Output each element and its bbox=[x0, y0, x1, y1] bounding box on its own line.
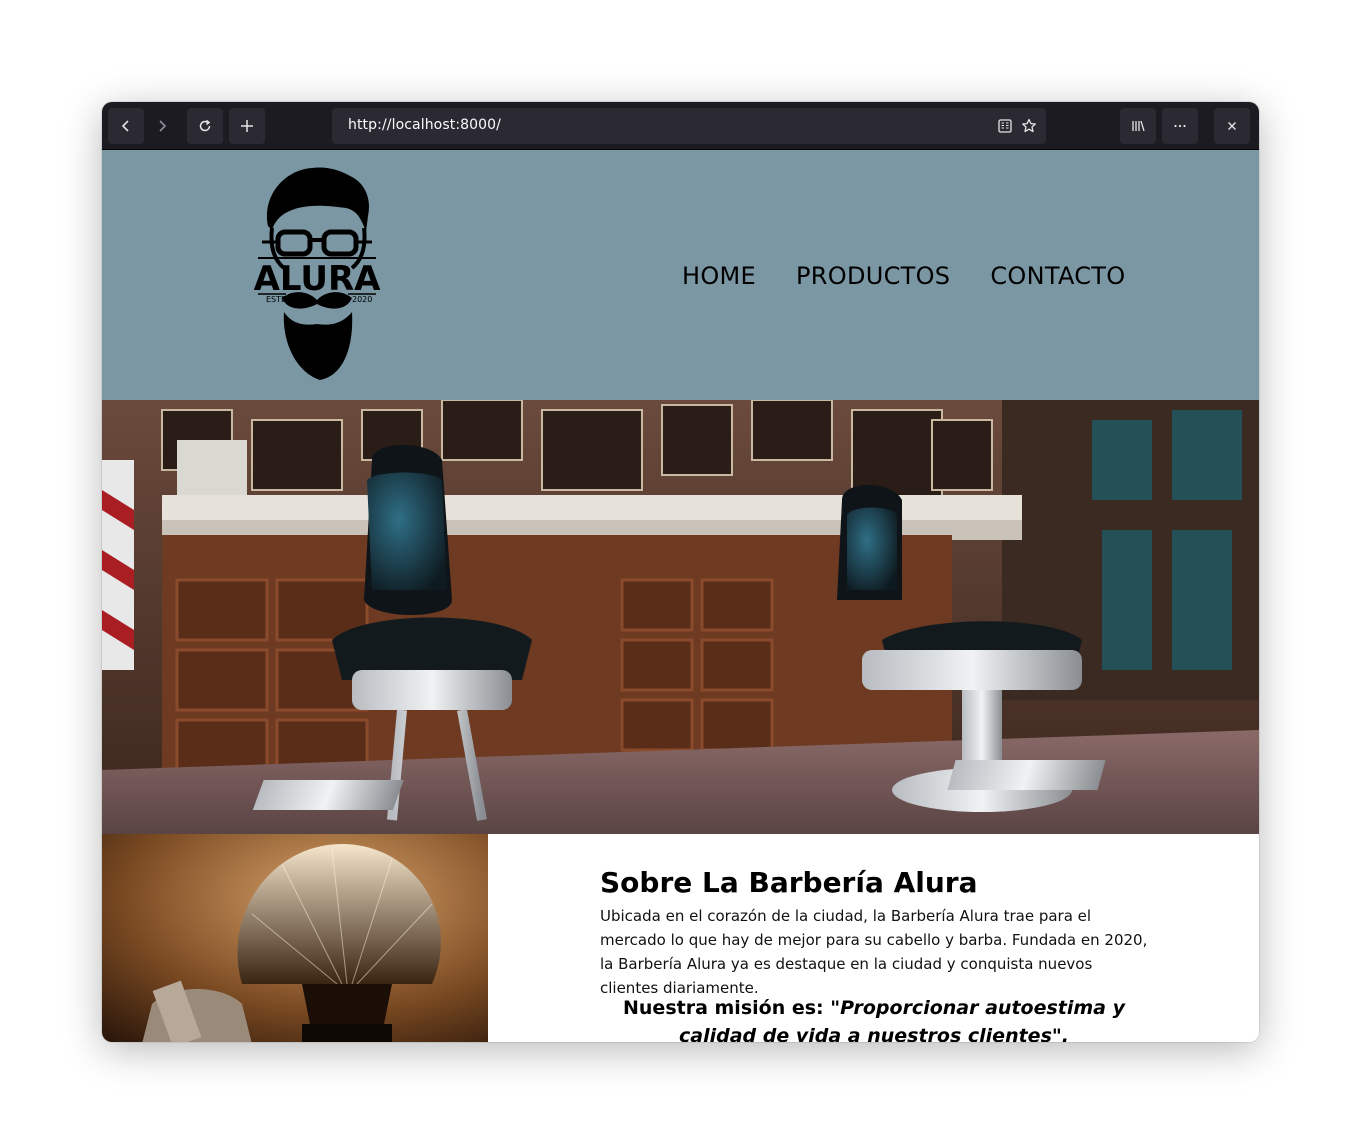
about-section: Sobre La Barbería Alura Ubicada en el co… bbox=[102, 834, 1259, 1042]
reload-button[interactable] bbox=[187, 108, 223, 144]
address-bar[interactable]: http://localhost:8000/ bbox=[332, 108, 1046, 144]
menu-button[interactable] bbox=[1162, 108, 1198, 144]
close-icon bbox=[1228, 122, 1236, 130]
url-text[interactable]: http://localhost:8000/ bbox=[348, 117, 501, 133]
nav-home[interactable]: HOME bbox=[682, 262, 756, 290]
plus-icon bbox=[241, 120, 253, 132]
site-header: ALURA ESTD 2020 HOME PRODUCTOS CONTACTO bbox=[102, 150, 1259, 400]
new-tab-button[interactable] bbox=[229, 108, 265, 144]
star-icon[interactable] bbox=[1021, 118, 1037, 134]
chevron-left-icon bbox=[121, 120, 129, 132]
logo-year-text: 2020 bbox=[352, 295, 372, 304]
nav-contacto[interactable]: CONTACTO bbox=[990, 262, 1125, 290]
library-icon bbox=[1132, 120, 1145, 132]
reader-view-icon[interactable] bbox=[997, 118, 1013, 134]
browser-window: http://localhost:8000/ ALURA ESTD 2020 H… bbox=[102, 102, 1259, 1042]
shaving-brush-image bbox=[102, 834, 488, 1042]
page-content: ALURA ESTD 2020 HOME PRODUCTOS CONTACTO bbox=[102, 150, 1259, 1042]
more-icon bbox=[1174, 124, 1186, 128]
forward-button[interactable] bbox=[144, 108, 180, 144]
chevron-right-icon bbox=[159, 120, 167, 132]
hero-banner-image bbox=[102, 400, 1259, 834]
about-title: Sobre La Barbería Alura bbox=[600, 866, 978, 899]
main-nav: HOME PRODUCTOS CONTACTO bbox=[682, 262, 1125, 290]
library-button[interactable] bbox=[1120, 108, 1156, 144]
mission-label: Nuestra misión es: bbox=[623, 997, 831, 1019]
barbershop-photo bbox=[102, 400, 1259, 834]
about-text: Ubicada en el corazón de la ciudad, la B… bbox=[600, 907, 1148, 997]
mission-statement: Nuestra misión es: "Proporcionar autoest… bbox=[600, 994, 1148, 1042]
close-button[interactable] bbox=[1214, 108, 1250, 144]
reload-icon bbox=[199, 119, 211, 132]
nav-productos[interactable]: PRODUCTOS bbox=[796, 262, 950, 290]
browser-toolbar: http://localhost:8000/ bbox=[102, 102, 1259, 150]
back-button[interactable] bbox=[108, 108, 144, 144]
logo-brand-text: ALURA bbox=[254, 259, 380, 299]
alura-logo[interactable]: ALURA ESTD 2020 bbox=[254, 166, 380, 384]
